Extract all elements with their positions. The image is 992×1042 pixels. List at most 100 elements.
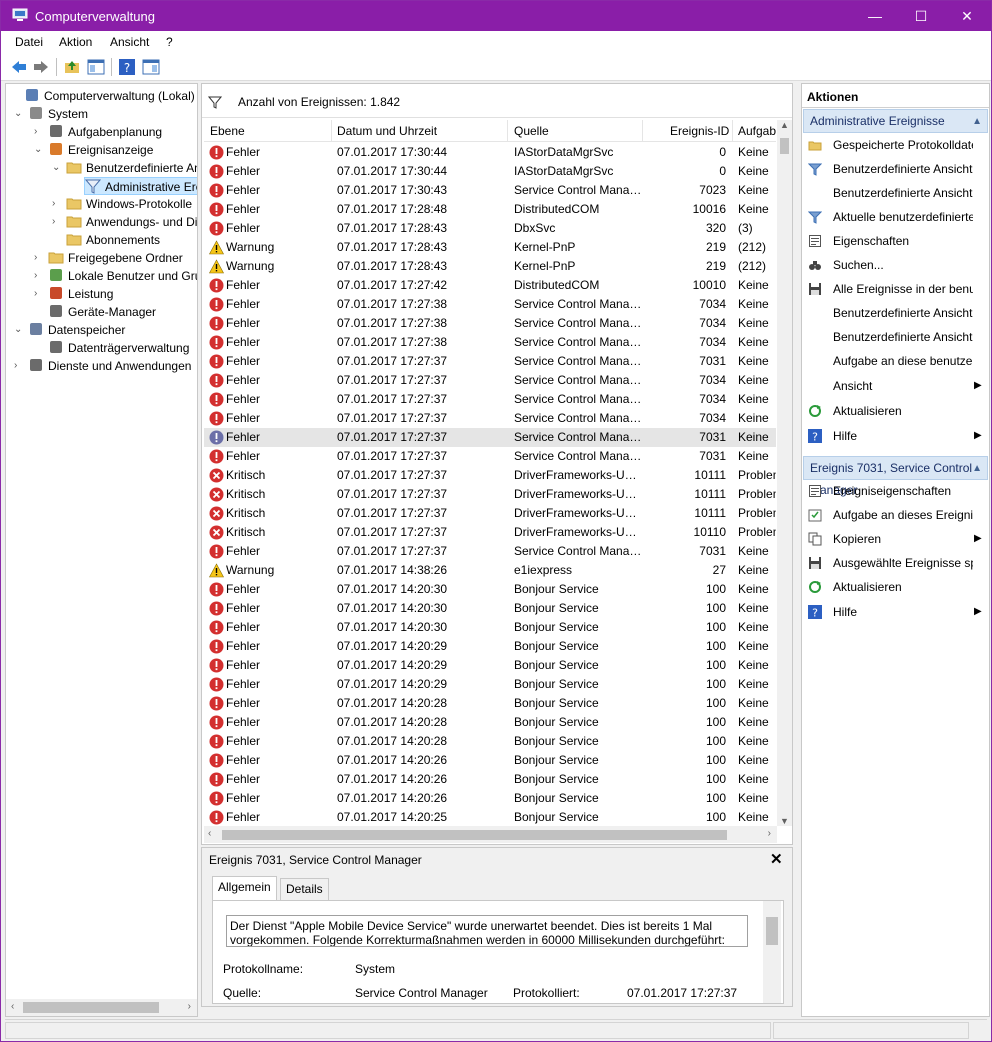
title-bar[interactable]: Computerverwaltung — ☐ ✕ bbox=[1, 1, 991, 31]
table-row[interactable]: Fehler 07.01.2017 17:28:43 DbxSvc 320 (3) bbox=[204, 219, 776, 238]
table-row[interactable]: Fehler 07.01.2017 14:20:29 Bonjour Service… bbox=[204, 637, 776, 656]
scroll-left-arrow-icon[interactable]: ‹ bbox=[208, 828, 211, 839]
tab-details[interactable]: Details bbox=[280, 878, 329, 900]
tree-expander-icon[interactable]: ⌄ bbox=[14, 105, 22, 123]
table-row[interactable]: Fehler 07.01.2017 17:27:38 Service Control… bbox=[204, 314, 776, 333]
table-row[interactable]: Kritisch 07.01.2017 17:27:37 DriverFramewo… bbox=[204, 504, 776, 523]
up-folder-icon[interactable] bbox=[63, 58, 81, 76]
detail-close-icon[interactable]: ✕ bbox=[770, 850, 783, 868]
tab-allgemein[interactable]: Allgemein bbox=[212, 876, 277, 901]
actions-section-header[interactable]: Administrative Ereignisse ▲ bbox=[803, 109, 988, 133]
tree-item[interactable]: System bbox=[28, 105, 88, 123]
tree-item[interactable]: Benutzerdefinierte Ansichten bbox=[66, 159, 197, 177]
show-hide-tree-icon[interactable] bbox=[87, 58, 105, 76]
tree-item[interactable]: Anwendungs- und Dienstprotokolle bbox=[66, 213, 197, 231]
tree-expander-icon[interactable]: › bbox=[34, 123, 37, 141]
scroll-left-arrow-icon[interactable]: ‹ bbox=[11, 1001, 14, 1012]
table-row[interactable]: Fehler 07.01.2017 14:20:28 Bonjour Service… bbox=[204, 732, 776, 751]
collapse-up-icon[interactable]: ▲ bbox=[972, 458, 982, 480]
column-header-datetime[interactable]: Datum und Uhrzeit bbox=[337, 124, 437, 138]
tree-expander-icon[interactable]: ⌄ bbox=[34, 141, 42, 159]
action-item[interactable]: ? Hilfe ▶ bbox=[802, 601, 989, 623]
column-header-event-id[interactable]: Ereignis-ID bbox=[670, 124, 729, 138]
table-row[interactable]: Fehler 07.01.2017 17:30:43 Service Control… bbox=[204, 181, 776, 200]
tree-item[interactable]: Lokale Benutzer und Gruppen bbox=[48, 267, 197, 285]
tree-expander-icon[interactable]: ⌄ bbox=[14, 321, 22, 339]
action-item[interactable]: ? Hilfe ▶ bbox=[802, 425, 989, 447]
column-header-level[interactable]: Ebene bbox=[210, 124, 245, 138]
table-row[interactable]: Fehler 07.01.2017 17:28:48 DistributedCOM 1… bbox=[204, 200, 776, 219]
table-row[interactable]: Fehler 07.01.2017 17:27:42 DistributedCOM 1… bbox=[204, 276, 776, 295]
tree-expander-icon[interactable]: › bbox=[34, 267, 37, 285]
detail-vertical-scrollbar[interactable] bbox=[763, 901, 781, 1003]
table-row[interactable]: Fehler 07.01.2017 17:27:38 Service Control… bbox=[204, 333, 776, 352]
scroll-thumb[interactable] bbox=[23, 1002, 159, 1013]
action-item[interactable]: Aktualisieren bbox=[802, 576, 989, 598]
table-row[interactable]: Fehler 07.01.2017 14:20:26 Bonjour Service… bbox=[204, 751, 776, 770]
tree-item[interactable]: Datenträgerverwaltung bbox=[48, 339, 189, 357]
actions-section-header[interactable]: Ereignis 7031, Service Control Manager ▲ bbox=[803, 456, 988, 497]
table-row[interactable]: Fehler 07.01.2017 17:27:37 Service Control… bbox=[204, 371, 776, 390]
tree-item[interactable]: Administrative Ereignisse bbox=[84, 177, 197, 195]
table-row[interactable]: Fehler 07.01.2017 17:27:37 Service Control… bbox=[204, 447, 776, 466]
event-message[interactable]: Der Dienst "Apple Mobile Device Service"… bbox=[226, 915, 748, 947]
table-row[interactable]: Fehler 07.01.2017 17:27:37 Service Control… bbox=[204, 428, 776, 447]
tree-item[interactable]: Computerverwaltung (Lokal) bbox=[24, 87, 195, 105]
action-item[interactable]: Ansicht ▶ bbox=[802, 375, 989, 397]
help-icon[interactable]: ? bbox=[118, 58, 136, 76]
column-header-task[interactable]: Aufgabenkategorie bbox=[738, 124, 776, 138]
show-hide-action-pane-icon[interactable] bbox=[142, 58, 160, 76]
minimize-button[interactable]: — bbox=[852, 1, 898, 31]
tree-expander-icon[interactable]: › bbox=[52, 213, 55, 231]
tree-item[interactable]: Windows-Protokolle bbox=[66, 195, 192, 213]
action-item[interactable]: Alle Ereignisse in der benutzerdefiniert… bbox=[802, 278, 989, 300]
action-item[interactable]: Aufgabe an dieses Ereignis anfügen... bbox=[802, 504, 989, 526]
table-row[interactable]: Fehler 07.01.2017 17:27:37 Service Control… bbox=[204, 390, 776, 409]
table-row[interactable]: Fehler 07.01.2017 17:30:44 IAStorDataMgrSv… bbox=[204, 162, 776, 181]
action-item[interactable]: Aktualisieren bbox=[802, 400, 989, 422]
table-row[interactable]: Warnung 07.01.2017 17:28:43 Kernel-PnP 219 (… bbox=[204, 257, 776, 276]
table-row[interactable]: Fehler 07.01.2017 14:20:25 Bonjour Service… bbox=[204, 808, 776, 826]
column-header-source[interactable]: Quelle bbox=[514, 124, 549, 138]
table-row[interactable]: Fehler 07.01.2017 14:20:28 Bonjour Service… bbox=[204, 694, 776, 713]
action-item[interactable]: Benutzerdefinierte Ansicht importieren..… bbox=[802, 182, 989, 204]
table-row[interactable]: Kritisch 07.01.2017 17:27:37 DriverFramewo… bbox=[204, 466, 776, 485]
events-horizontal-scrollbar[interactable]: ‹ › bbox=[204, 826, 777, 843]
tree-expander-icon[interactable]: › bbox=[14, 357, 17, 375]
menu-datei[interactable]: Datei bbox=[15, 35, 43, 49]
tree-item[interactable]: Freigegebene Ordner bbox=[48, 249, 183, 267]
scroll-right-arrow-icon[interactable]: › bbox=[768, 828, 771, 839]
tree-item[interactable]: Ereignisanzeige bbox=[48, 141, 153, 159]
table-row[interactable]: Warnung 07.01.2017 14:38:26 e1iexpress 27 Ke… bbox=[204, 561, 776, 580]
table-row[interactable]: Fehler 07.01.2017 17:27:37 Service Control… bbox=[204, 352, 776, 371]
tree-expander-icon[interactable]: › bbox=[34, 285, 37, 303]
events-vertical-scrollbar[interactable]: ▲ ▼ bbox=[777, 120, 792, 826]
action-item[interactable]: Benutzerdefinierte Ansicht kopieren... bbox=[802, 326, 989, 348]
table-row[interactable]: Kritisch 07.01.2017 17:27:37 DriverFramewo… bbox=[204, 523, 776, 542]
forward-arrow-icon[interactable] bbox=[32, 58, 50, 76]
table-row[interactable]: Fehler 07.01.2017 14:20:30 Bonjour Service… bbox=[204, 580, 776, 599]
message-scroll-arrows[interactable]: ⌃⌄ bbox=[747, 918, 748, 946]
tree-item[interactable]: Abonnements bbox=[66, 231, 160, 249]
tree-item[interactable]: Aufgabenplanung bbox=[48, 123, 162, 141]
action-item[interactable]: Ereigniseigenschaften bbox=[802, 480, 989, 502]
table-row[interactable]: Fehler 07.01.2017 14:20:30 Bonjour Service… bbox=[204, 618, 776, 637]
scroll-thumb[interactable] bbox=[766, 917, 778, 945]
table-row[interactable]: Kritisch 07.01.2017 17:27:37 DriverFramewo… bbox=[204, 485, 776, 504]
action-item[interactable]: Benutzerdefinierte Ansicht exportieren..… bbox=[802, 302, 989, 324]
action-item[interactable]: Eigenschaften bbox=[802, 230, 989, 252]
menu-help[interactable]: ? bbox=[166, 35, 173, 49]
tree-item[interactable]: Geräte-Manager bbox=[48, 303, 156, 321]
menu-ansicht[interactable]: Ansicht bbox=[110, 35, 149, 49]
tree-horizontal-scrollbar[interactable]: ‹ › bbox=[6, 999, 197, 1016]
maximize-button[interactable]: ☐ bbox=[898, 1, 944, 31]
column-separator[interactable] bbox=[732, 120, 733, 142]
close-button[interactable]: ✕ bbox=[944, 1, 990, 31]
table-row[interactable]: Fehler 07.01.2017 17:27:38 Service Control… bbox=[204, 295, 776, 314]
scroll-thumb[interactable] bbox=[222, 830, 727, 840]
action-item[interactable]: Suchen... bbox=[802, 254, 989, 276]
table-row[interactable]: Fehler 07.01.2017 14:20:29 Bonjour Service… bbox=[204, 656, 776, 675]
table-row[interactable]: Fehler 07.01.2017 14:20:29 Bonjour Service… bbox=[204, 675, 776, 694]
tree-item[interactable]: Datenspeicher bbox=[28, 321, 125, 339]
scroll-right-arrow-icon[interactable]: › bbox=[188, 1001, 191, 1012]
